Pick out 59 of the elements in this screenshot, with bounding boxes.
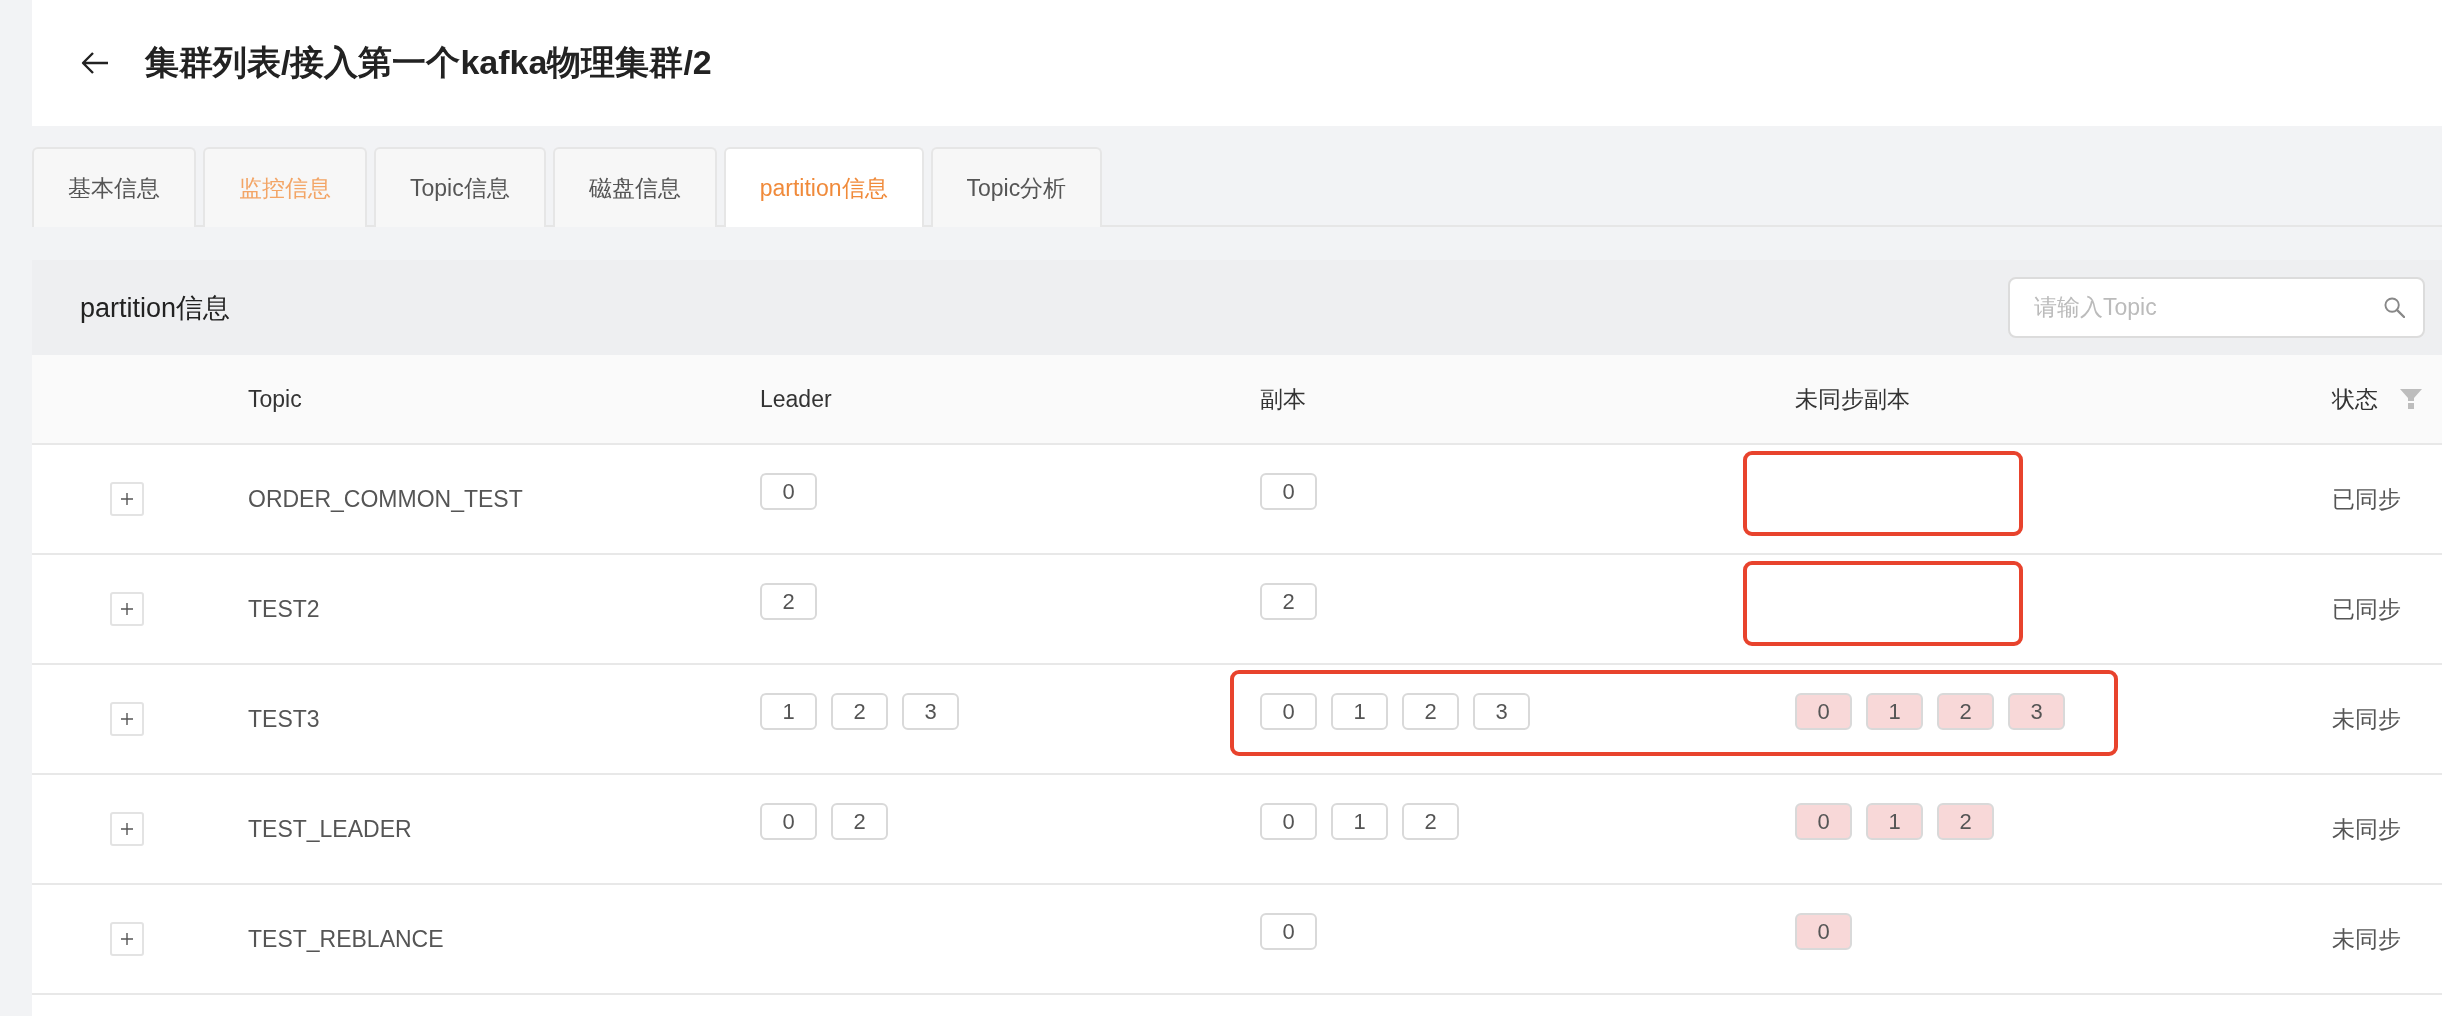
expand-button[interactable] [110,482,144,516]
table-cell-text: 未同步 [2332,924,2401,954]
table-cell: TEST2 [248,595,320,623]
search-field[interactable]: 请输入Topic [2008,277,2425,338]
number-tag: 3 [1473,693,1530,730]
number-tag: 0 [760,473,817,510]
number-tag: 2 [1260,583,1317,620]
table-cell-text: 未同步 [2332,704,2401,734]
plus-icon [121,493,133,505]
number-tag: 0 [1260,803,1317,840]
number-tag: 0 [1260,693,1317,730]
expand-button[interactable] [110,812,144,846]
table-cell-text: 已同步 [2332,484,2401,514]
number-tag: 2 [1402,693,1459,730]
number-tag: 2 [1937,803,1994,840]
tab[interactable]: 基本信息 [32,147,196,227]
number-tag: 0 [1795,913,1852,950]
tab[interactable]: Topic分析 [930,147,1103,227]
tab[interactable]: 磁盘信息 [552,147,717,227]
number-tag: 0 [760,803,817,840]
page-title: 集群列表/接入第一个kafka物理集群/2 [145,42,712,83]
number-tag: 1 [1331,693,1388,730]
back-arrow-icon[interactable] [81,51,109,75]
number-tag: 2 [831,803,888,840]
panel-title: partition信息 [80,291,231,325]
table-cell: ORDER_COMMON_TEST [248,485,523,513]
number-tag: 0 [1795,803,1852,840]
column-header: Leader [760,385,832,413]
column-header: Topic [248,385,302,413]
column-header: 状态 [2332,384,2378,414]
tab[interactable]: Topic信息 [374,147,546,227]
number-tag: 2 [1937,693,1994,730]
plus-icon [121,933,133,945]
number-tag: 2 [760,583,817,620]
plus-icon [121,823,133,835]
number-tag: 0 [1795,693,1852,730]
number-tag: 3 [902,693,959,730]
number-tag: 1 [1331,803,1388,840]
table-cell: TEST_REBLANCE [248,925,444,953]
column-header: 副本 [1260,384,1306,414]
number-tag: 2 [831,693,888,730]
number-tag: 1 [1866,693,1923,730]
column-header: 未同步副本 [1795,384,1910,414]
expand-button[interactable] [110,922,144,956]
number-tag: 2 [1402,803,1459,840]
table-cell-text: 未同步 [2332,814,2401,844]
search-icon[interactable] [2384,297,2405,318]
expand-button[interactable] [110,702,144,736]
plus-icon [121,603,133,615]
number-tag: 0 [1260,473,1317,510]
table-cell: TEST3 [248,705,320,733]
table-cell-text: 已同步 [2332,594,2401,624]
number-tag: 1 [760,693,817,730]
number-tag: 3 [2008,693,2065,730]
number-tag: 0 [1260,913,1317,950]
table-cell: TEST_LEADER [248,815,412,843]
plus-icon [121,713,133,725]
expand-button[interactable] [110,592,144,626]
number-tag: 1 [1866,803,1923,840]
